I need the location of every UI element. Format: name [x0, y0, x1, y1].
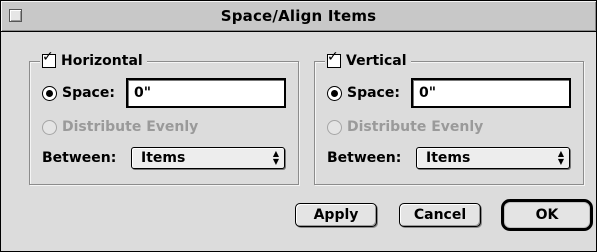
vertical-group: ✓ Vertical Space: Distribute Evenly Betw… [314, 50, 584, 185]
horizontal-space-input[interactable] [128, 80, 284, 106]
horizontal-distribute-label: Distribute Evenly [62, 119, 199, 135]
ok-button-label: OK [535, 207, 559, 223]
check-icon: ✓ [327, 49, 339, 65]
vertical-distribute-row: Distribute Evenly [327, 119, 483, 135]
vertical-legend: ✓ Vertical [325, 50, 411, 70]
horizontal-checkbox[interactable]: ✓ [42, 50, 56, 68]
apply-button[interactable]: Apply [295, 203, 377, 227]
horizontal-distribute-row: Distribute Evenly [42, 119, 198, 135]
close-box-icon[interactable] [9, 9, 22, 22]
horizontal-space-label[interactable]: Space: [62, 85, 115, 101]
ok-button[interactable]: OK [501, 199, 593, 231]
space-align-dialog: Space/Align Items ✓ Horizontal Space: Di… [0, 0, 597, 252]
vertical-space-row: Space: [327, 85, 400, 101]
check-icon: ✓ [42, 49, 54, 65]
horizontal-between-value: Items [141, 150, 186, 166]
vertical-between-popup[interactable]: Items ▲ ▼ [416, 147, 570, 169]
title-bar[interactable]: Space/Align Items [1, 1, 596, 32]
vertical-space-input[interactable] [413, 80, 569, 106]
vertical-between-row: Between: [327, 150, 401, 166]
popup-down-arrow: ▼ [557, 157, 565, 166]
horizontal-between-label: Between: [42, 150, 117, 166]
vertical-space-label[interactable]: Space: [347, 85, 400, 101]
cancel-button[interactable]: Cancel [399, 203, 481, 227]
horizontal-group: ✓ Horizontal Space: Distribute Evenly Be… [29, 50, 299, 185]
vertical-checkbox-label[interactable]: Vertical [346, 53, 407, 69]
vertical-space-field[interactable] [411, 78, 571, 108]
window-title: Space/Align Items [220, 7, 377, 25]
vertical-between-value: Items [426, 150, 471, 166]
vertical-between-label: Between: [327, 150, 402, 166]
horizontal-checkbox-label[interactable]: Horizontal [61, 53, 143, 69]
horizontal-between-popup[interactable]: Items ▲ ▼ [131, 147, 285, 169]
vertical-space-radio[interactable] [327, 85, 342, 101]
horizontal-space-row: Space: [42, 85, 115, 101]
vertical-checkbox[interactable]: ✓ [327, 50, 341, 68]
popup-arrows-icon: ▲ ▼ [553, 148, 569, 168]
horizontal-legend: ✓ Horizontal [40, 50, 147, 70]
vertical-distribute-radio [327, 119, 342, 135]
horizontal-space-field[interactable] [126, 78, 286, 108]
popup-down-arrow: ▼ [272, 157, 280, 166]
horizontal-distribute-radio [42, 119, 57, 135]
popup-arrows-icon: ▲ ▼ [268, 148, 284, 168]
vertical-distribute-label: Distribute Evenly [347, 119, 484, 135]
horizontal-space-radio[interactable] [42, 85, 57, 101]
horizontal-between-row: Between: [42, 150, 116, 166]
